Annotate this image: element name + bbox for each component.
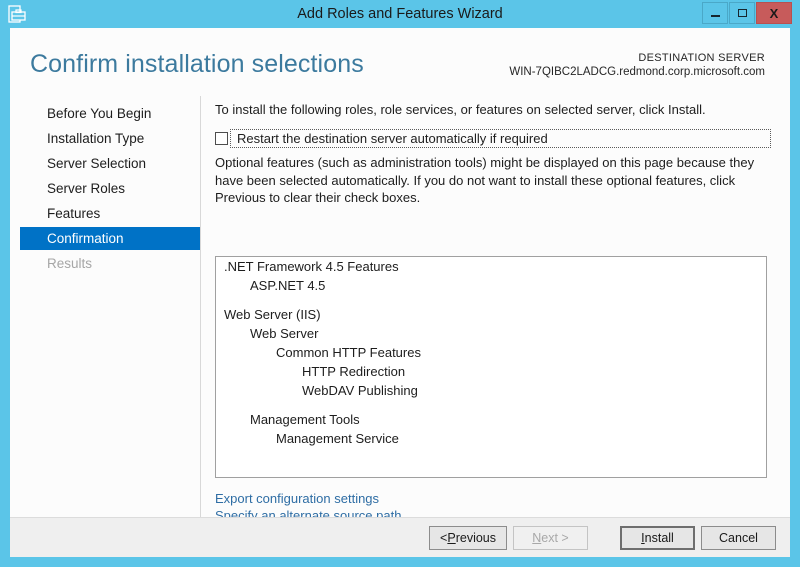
wizard-sidebar: Before You Begin Installation Type Server … (10, 96, 200, 517)
destination-server-label: DESTINATION SERVER (638, 52, 765, 64)
list-item: Web Server (IIS) (224, 307, 321, 322)
cancel-button[interactable]: Cancel (701, 526, 776, 550)
sidebar-item-server-roles[interactable]: Server Roles (20, 177, 200, 200)
window-title: Add Roles and Features Wizard (297, 6, 503, 22)
list-item: WebDAV Publishing (302, 383, 418, 398)
sidebar-item-results: Results (20, 252, 200, 275)
intro-text: To install the following roles, role ser… (215, 102, 706, 117)
content-pane: To install the following roles, role ser… (201, 96, 790, 523)
list-item: Management Tools (250, 412, 360, 427)
page-header: Confirm installation selections DESTINAT… (10, 28, 790, 96)
page-title: Confirm installation selections (30, 50, 364, 78)
footer-bar: < Previous Next > Install Cancel (10, 517, 790, 557)
sidebar-item-label: Results (47, 256, 93, 271)
optional-features-text: Optional features (such as administratio… (215, 155, 755, 205)
list-item: HTTP Redirection (302, 364, 406, 379)
selections-listbox[interactable]: .NET Framework 4.5 Features ASP.NET 4.5 We… (215, 256, 767, 478)
sidebar-item-confirmation[interactable]: Confirmation (20, 227, 200, 250)
restart-checkbox[interactable] (215, 131, 228, 145)
list-item: .NET Framework 4.5 Features (224, 259, 399, 274)
wizard-window: Add Roles and Features Wizard X Confirm … (0, 0, 800, 567)
sidebar-item-server-selection[interactable]: Server Selection (20, 152, 200, 175)
previous-button[interactable]: < Previous (429, 526, 507, 550)
maximize-icon (737, 9, 747, 17)
close-button[interactable]: X (756, 2, 792, 24)
list-item: Management Service (276, 431, 399, 446)
minimize-button[interactable] (702, 2, 728, 24)
list-item: ASP.NET 4.5 (250, 278, 326, 293)
list-item: Common HTTP Features (276, 345, 421, 360)
sidebar-item-label: Server Selection (47, 156, 147, 171)
sidebar-item-label: Installation Type (47, 131, 145, 146)
sidebar-item-label: Server Roles (47, 181, 126, 196)
client-area: Confirm installation selections DESTINAT… (10, 28, 790, 557)
restart-checkbox-label[interactable]: Restart the destination server automatic… (230, 128, 771, 148)
window-controls: X (702, 2, 792, 24)
title-bar: Add Roles and Features Wizard X (0, 0, 800, 28)
next-button: Next > (513, 526, 588, 550)
sidebar-item-label: Before You Begin (47, 106, 152, 121)
maximize-button[interactable] (729, 2, 755, 24)
restart-checkbox-row[interactable]: Restart the destination server automatic… (215, 128, 771, 148)
sidebar-item-label: Confirmation (47, 231, 124, 246)
sidebar-item-before-you-begin[interactable]: Before You Begin (20, 102, 200, 125)
install-button[interactable]: Install (620, 526, 695, 550)
footer-buttons: < Previous Next > Install Cancel (429, 526, 776, 550)
link-export-configuration-settings[interactable]: Export configuration settings (215, 490, 401, 507)
destination-server-block: DESTINATION SERVER WIN-7QIBC2LADCG.redmo… (509, 52, 765, 78)
sidebar-item-installation-type[interactable]: Installation Type (20, 127, 200, 150)
destination-server-value: WIN-7QIBC2LADCG.redmond.corp.microsoft.c… (509, 66, 765, 78)
minimize-icon (710, 15, 720, 17)
sidebar-item-label: Features (47, 206, 101, 221)
sidebar-item-features[interactable]: Features (20, 202, 200, 225)
list-item: Web Server (250, 326, 319, 341)
body-area: Before You Begin Installation Type Server … (10, 96, 790, 523)
